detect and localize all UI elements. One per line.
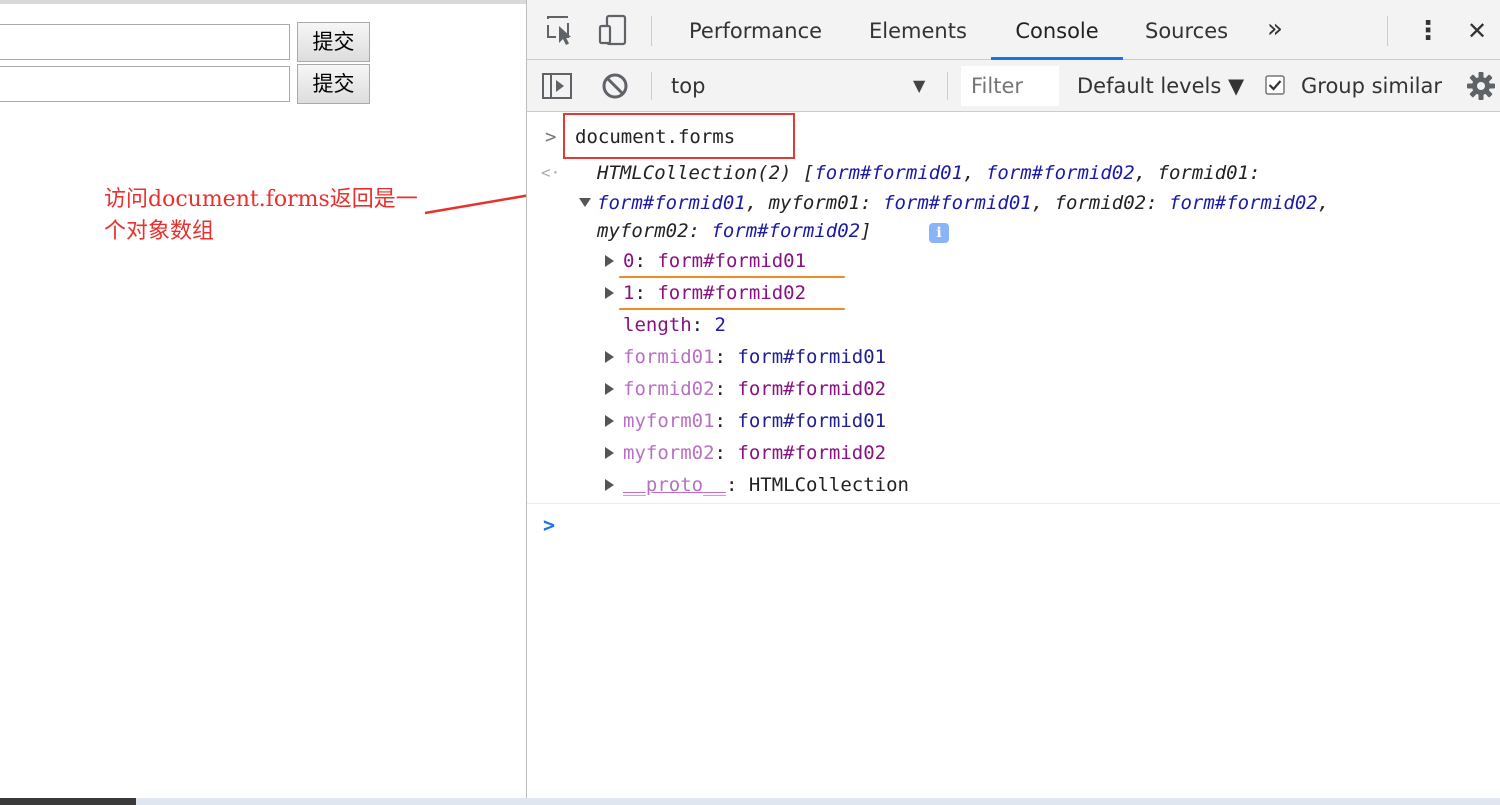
inspect-element-icon[interactable] bbox=[545, 14, 577, 46]
collection-entry[interactable]: 0: form#formid01 bbox=[623, 247, 806, 275]
entry-value: form#formid01 bbox=[657, 250, 807, 272]
collection-entry[interactable]: formid02: form#formid02 bbox=[623, 375, 886, 403]
tab-console[interactable]: Console bbox=[991, 0, 1123, 60]
entry-separator: : bbox=[634, 282, 658, 304]
toolbar-divider-2 bbox=[947, 72, 948, 100]
collection-entry[interactable]: myform02: form#formid02 bbox=[623, 439, 886, 467]
entry-key: myform01 bbox=[623, 410, 715, 432]
devtools-menu-icon[interactable]: ⋮ bbox=[1415, 0, 1441, 60]
form2-text-input[interactable] bbox=[0, 66, 290, 102]
input-prompt-icon: > bbox=[545, 126, 557, 148]
result-summary-line1[interactable]: HTMLCollection(2) [form#formid01, form#f… bbox=[597, 159, 1261, 187]
form1-submit-button[interactable]: 提交 bbox=[297, 22, 370, 62]
entry-key: length bbox=[623, 314, 692, 336]
group-similar-checkbox[interactable] bbox=[1265, 75, 1285, 95]
taskbar-strip bbox=[0, 798, 1500, 805]
expand-triangle-icon[interactable] bbox=[605, 287, 614, 299]
clear-console-icon[interactable] bbox=[601, 72, 629, 100]
context-selector[interactable]: top bbox=[671, 60, 705, 112]
expand-triangle-icon[interactable] bbox=[605, 447, 614, 459]
toolbar-divider bbox=[651, 72, 652, 100]
log-levels-dropdown[interactable]: Default levels ▼ bbox=[1077, 60, 1244, 112]
entry-value: form#formid02 bbox=[657, 282, 807, 304]
entry-key: formid01 bbox=[623, 346, 715, 368]
more-tabs-icon[interactable]: » bbox=[1267, 0, 1283, 60]
console-prompt-icon: > bbox=[543, 513, 556, 537]
entry-separator: : bbox=[714, 378, 738, 400]
entry-separator: : bbox=[714, 346, 738, 368]
result-arrow-icon: <· bbox=[541, 163, 561, 182]
entry-value: form#formid02 bbox=[737, 378, 887, 400]
entry-value: HTMLCollection bbox=[748, 474, 909, 496]
devtools-tabbar: Performance Elements Console Sources » ⋮… bbox=[527, 0, 1500, 60]
tab-elements[interactable]: Elements bbox=[869, 0, 967, 60]
entry-key: __proto__ bbox=[623, 474, 726, 496]
entry-key: 0 bbox=[623, 250, 635, 272]
entry-separator: : bbox=[714, 410, 738, 432]
tab-performance[interactable]: Performance bbox=[689, 0, 822, 60]
console-output[interactable]: > document.forms <· HTMLCollection(2) [f… bbox=[527, 113, 1500, 798]
web-page: 提交 提交 访问document.forms返回是一个对象数组 bbox=[0, 0, 526, 798]
close-devtools-icon[interactable]: ✕ bbox=[1467, 0, 1487, 60]
tab-sources[interactable]: Sources bbox=[1145, 0, 1228, 60]
result-summary-line2[interactable]: form#formid01, myform01: form#formid01, … bbox=[597, 189, 1329, 217]
device-toolbar-icon[interactable] bbox=[597, 14, 629, 46]
filter-input[interactable] bbox=[961, 66, 1059, 106]
form2-submit-button[interactable]: 提交 bbox=[297, 64, 370, 104]
devtools-panel: Performance Elements Console Sources » ⋮… bbox=[526, 0, 1500, 798]
info-icon[interactable]: i bbox=[929, 223, 949, 243]
taskbar-strip-dark bbox=[0, 798, 136, 805]
console-settings-gear-icon[interactable] bbox=[1465, 70, 1497, 102]
entry-key: 1 bbox=[623, 282, 635, 304]
form1-text-input[interactable] bbox=[0, 24, 290, 60]
tabbar-divider bbox=[651, 16, 652, 46]
result-summary-line3[interactable]: myform02: form#formid02] bbox=[597, 217, 872, 245]
collection-entry[interactable]: length: 2 bbox=[623, 311, 726, 339]
context-dropdown-icon[interactable]: ▼ bbox=[913, 60, 925, 112]
entry-separator: : bbox=[714, 442, 738, 464]
result-separator bbox=[527, 503, 1500, 504]
annotation-text: 访问document.forms返回是一个对象数组 bbox=[104, 187, 418, 244]
collection-entry[interactable]: myform01: form#formid01 bbox=[623, 407, 886, 435]
expand-triangle-icon[interactable] bbox=[605, 383, 614, 395]
console-sidebar-icon[interactable] bbox=[541, 72, 573, 100]
collection-entry[interactable]: 1: form#formid02 bbox=[623, 279, 806, 307]
entry-value: 2 bbox=[714, 314, 726, 336]
console-prompt-input[interactable] bbox=[575, 511, 1455, 539]
entry-value: form#formid01 bbox=[737, 410, 887, 432]
collection-entry[interactable]: __proto__: HTMLCollection bbox=[623, 471, 909, 499]
entry-key: formid02 bbox=[623, 378, 715, 400]
group-similar-label: Group similar bbox=[1301, 74, 1443, 98]
tabbar-divider-right bbox=[1387, 16, 1388, 46]
entry-value: form#formid01 bbox=[737, 346, 887, 368]
console-toolbar: top ▼ Default levels ▼ Group similar bbox=[527, 60, 1500, 112]
expand-triangle-icon[interactable] bbox=[605, 351, 614, 363]
orange-underline-annotation bbox=[619, 308, 845, 310]
entry-key: myform02 bbox=[623, 442, 715, 464]
expand-triangle-icon[interactable] bbox=[605, 415, 614, 427]
orange-underline-annotation bbox=[619, 276, 845, 278]
entry-separator: : bbox=[634, 250, 658, 272]
console-command[interactable]: document.forms bbox=[575, 123, 735, 151]
collapse-triangle-icon[interactable] bbox=[579, 198, 591, 207]
entry-separator: : bbox=[725, 474, 749, 496]
expand-triangle-icon[interactable] bbox=[605, 479, 614, 491]
entry-value: form#formid02 bbox=[737, 442, 887, 464]
expand-triangle-icon[interactable] bbox=[605, 255, 614, 267]
collection-entry[interactable]: formid01: form#formid01 bbox=[623, 343, 886, 371]
entry-separator: : bbox=[691, 314, 715, 336]
